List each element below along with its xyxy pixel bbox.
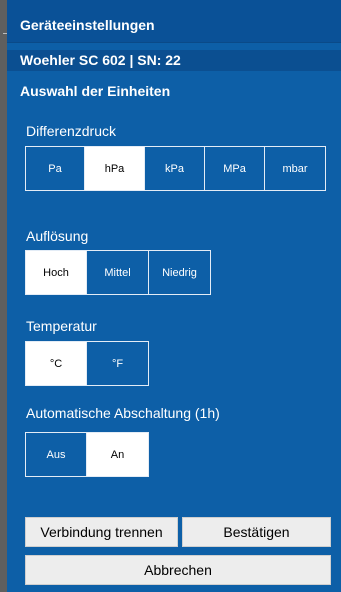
disconnect-button[interactable]: Verbindung trennen bbox=[25, 517, 178, 547]
option-celsius[interactable]: °C bbox=[25, 341, 87, 386]
option-mittel[interactable]: Mittel bbox=[87, 250, 149, 295]
option-mpa[interactable]: MPa bbox=[205, 146, 265, 191]
option-fahrenheit[interactable]: °F bbox=[87, 341, 149, 386]
aufloesung-label: Auflösung bbox=[26, 228, 89, 244]
dialog-title-bar: Geräteeinstellungen bbox=[7, 0, 341, 43]
option-pa[interactable]: Pa bbox=[25, 146, 85, 191]
device-info-bar: Woehler SC 602 | SN: 22 bbox=[7, 50, 341, 71]
differenzdruck-selector: Pa hPa kPa MPa mbar bbox=[25, 146, 326, 191]
abschaltung-label: Automatische Abschaltung (1h) bbox=[26, 405, 220, 421]
temperatur-selector: °C °F bbox=[25, 341, 149, 386]
option-aus[interactable]: Aus bbox=[25, 432, 87, 477]
background-strip bbox=[0, 0, 7, 592]
abschaltung-selector: Aus An bbox=[25, 432, 149, 477]
dialog-title: Geräteeinstellungen bbox=[20, 17, 155, 33]
option-hoch[interactable]: Hoch bbox=[25, 250, 87, 295]
settings-dialog: Geräteeinstellungen Woehler SC 602 | SN:… bbox=[7, 0, 341, 592]
option-kpa[interactable]: kPa bbox=[145, 146, 205, 191]
option-niedrig[interactable]: Niedrig bbox=[149, 250, 211, 295]
option-hpa[interactable]: hPa bbox=[85, 146, 145, 191]
section-title: Auswahl der Einheiten bbox=[20, 83, 171, 99]
device-info: Woehler SC 602 | SN: 22 bbox=[20, 52, 181, 68]
confirm-button[interactable]: Bestätigen bbox=[182, 517, 331, 547]
aufloesung-selector: Hoch Mittel Niedrig bbox=[25, 250, 211, 295]
option-an[interactable]: An bbox=[87, 432, 149, 477]
temperatur-label: Temperatur bbox=[26, 318, 97, 334]
option-mbar[interactable]: mbar bbox=[265, 146, 326, 191]
differenzdruck-label: Differenzdruck bbox=[26, 123, 117, 139]
cancel-button[interactable]: Abbrechen bbox=[25, 555, 331, 585]
